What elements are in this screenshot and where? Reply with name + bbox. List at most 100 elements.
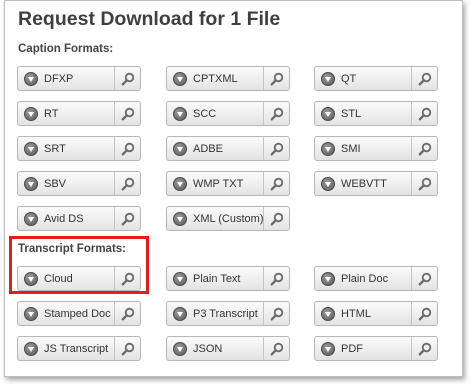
preview-sbv-button[interactable] bbox=[114, 172, 140, 195]
download-circle-icon bbox=[173, 176, 187, 191]
preview-qt-button[interactable] bbox=[411, 67, 437, 90]
format-button-stamped-doc[interactable]: Stamped Doc bbox=[17, 301, 141, 326]
preview-cptxml-button[interactable] bbox=[263, 67, 289, 90]
format-button-plain-doc[interactable]: Plain Doc bbox=[314, 266, 438, 291]
download-circle-icon bbox=[173, 271, 187, 286]
preview-xml-custom-button[interactable] bbox=[263, 207, 289, 230]
format-button-html[interactable]: HTML bbox=[314, 301, 438, 326]
format-button-avid-ds[interactable]: Avid DS bbox=[17, 206, 141, 231]
download-json-button[interactable]: JSON bbox=[167, 337, 263, 360]
format-button-dfxp[interactable]: DFXP bbox=[17, 66, 141, 91]
format-button-cptxml[interactable]: CPTXML bbox=[166, 66, 290, 91]
download-rt-button[interactable]: RT bbox=[18, 102, 114, 125]
preview-rt-button[interactable] bbox=[114, 102, 140, 125]
format-button-scc[interactable]: SCC bbox=[166, 101, 290, 126]
format-button-webvtt[interactable]: WEBVTT bbox=[314, 171, 438, 196]
preview-js-transcript-button[interactable] bbox=[114, 337, 140, 360]
download-plain-doc-button[interactable]: Plain Doc bbox=[315, 267, 411, 290]
download-p3-transcript-button[interactable]: P3 Transcript bbox=[167, 302, 263, 325]
download-wmp-txt-button[interactable]: WMP TXT bbox=[167, 172, 263, 195]
download-avid-ds-button[interactable]: Avid DS bbox=[18, 207, 114, 230]
download-js-transcript-button[interactable]: JS Transcript bbox=[18, 337, 114, 360]
format-button-stl[interactable]: STL bbox=[314, 101, 438, 126]
download-cloud-button[interactable]: Cloud bbox=[18, 267, 114, 290]
download-webvtt-button[interactable]: WEBVTT bbox=[315, 172, 411, 195]
dialog-title: Request Download for 1 File bbox=[18, 8, 281, 30]
format-button-json[interactable]: JSON bbox=[166, 336, 290, 361]
preview-dfxp-button[interactable] bbox=[114, 67, 140, 90]
download-dfxp-button[interactable]: DFXP bbox=[18, 67, 114, 90]
download-scc-button[interactable]: SCC bbox=[167, 102, 263, 125]
download-circle-icon bbox=[24, 271, 38, 286]
magnifier-icon bbox=[418, 107, 431, 121]
format-label: PDF bbox=[341, 342, 363, 355]
download-cptxml-button[interactable]: CPTXML bbox=[167, 67, 263, 90]
download-plain-text-button[interactable]: Plain Text bbox=[167, 267, 263, 290]
download-circle-icon bbox=[173, 306, 187, 321]
magnifier-icon bbox=[121, 142, 134, 156]
preview-scc-button[interactable] bbox=[263, 102, 289, 125]
download-circle-icon bbox=[24, 176, 38, 191]
format-button-xml-custom[interactable]: XML (Custom) bbox=[166, 206, 290, 231]
download-circle-icon bbox=[173, 141, 187, 156]
preview-smi-button[interactable] bbox=[411, 137, 437, 160]
format-button-sbv[interactable]: SBV bbox=[17, 171, 141, 196]
download-smi-button[interactable]: SMI bbox=[315, 137, 411, 160]
format-button-smi[interactable]: SMI bbox=[314, 136, 438, 161]
format-button-plain-text[interactable]: Plain Text bbox=[166, 266, 290, 291]
format-label: DFXP bbox=[44, 72, 74, 85]
format-label: SMI bbox=[341, 142, 361, 155]
preview-srt-button[interactable] bbox=[114, 137, 140, 160]
preview-avid-ds-button[interactable] bbox=[114, 207, 140, 230]
download-circle-icon bbox=[321, 141, 335, 156]
download-dialog: Request Download for 1 File Caption Form… bbox=[4, 0, 463, 377]
format-button-cloud[interactable]: Cloud bbox=[17, 266, 141, 291]
download-sbv-button[interactable]: SBV bbox=[18, 172, 114, 195]
preview-html-button[interactable] bbox=[411, 302, 437, 325]
preview-adbe-button[interactable] bbox=[263, 137, 289, 160]
magnifier-icon bbox=[418, 307, 431, 321]
magnifier-icon bbox=[270, 272, 283, 286]
format-button-pdf[interactable]: PDF bbox=[314, 336, 438, 361]
download-stamped-doc-button[interactable]: Stamped Doc bbox=[18, 302, 114, 325]
preview-webvtt-button[interactable] bbox=[411, 172, 437, 195]
download-srt-button[interactable]: SRT bbox=[18, 137, 114, 160]
format-button-js-transcript[interactable]: JS Transcript bbox=[17, 336, 141, 361]
magnifier-icon bbox=[121, 72, 134, 86]
preview-stl-button[interactable] bbox=[411, 102, 437, 125]
download-circle-icon bbox=[173, 106, 187, 121]
format-button-wmp-txt[interactable]: WMP TXT bbox=[166, 171, 290, 196]
preview-stamped-doc-button[interactable] bbox=[114, 302, 140, 325]
format-label: HTML bbox=[341, 307, 371, 320]
format-button-qt[interactable]: QT bbox=[314, 66, 438, 91]
format-label: RT bbox=[44, 107, 59, 120]
download-html-button[interactable]: HTML bbox=[315, 302, 411, 325]
format-button-srt[interactable]: SRT bbox=[17, 136, 141, 161]
preview-plain-text-button[interactable] bbox=[263, 267, 289, 290]
preview-cloud-button[interactable] bbox=[114, 267, 140, 290]
download-xml-custom-button[interactable]: XML (Custom) bbox=[167, 207, 263, 230]
magnifier-icon bbox=[270, 307, 283, 321]
format-label: JS Transcript bbox=[44, 342, 109, 355]
format-button-p3-transcript[interactable]: P3 Transcript bbox=[166, 301, 290, 326]
format-label: STL bbox=[341, 107, 362, 120]
format-button-rt[interactable]: RT bbox=[17, 101, 141, 126]
format-label: QT bbox=[341, 72, 357, 85]
download-qt-button[interactable]: QT bbox=[315, 67, 411, 90]
preview-wmp-txt-button[interactable] bbox=[263, 172, 289, 195]
download-circle-icon bbox=[173, 71, 187, 86]
download-pdf-button[interactable]: PDF bbox=[315, 337, 411, 360]
format-label: WEBVTT bbox=[341, 177, 387, 190]
magnifier-icon bbox=[270, 212, 283, 226]
format-label: XML (Custom) bbox=[193, 212, 263, 225]
preview-json-button[interactable] bbox=[263, 337, 289, 360]
preview-pdf-button[interactable] bbox=[411, 337, 437, 360]
magnifier-icon bbox=[121, 272, 134, 286]
download-stl-button[interactable]: STL bbox=[315, 102, 411, 125]
preview-p3-transcript-button[interactable] bbox=[263, 302, 289, 325]
download-adbe-button[interactable]: ADBE bbox=[167, 137, 263, 160]
magnifier-icon bbox=[121, 177, 134, 191]
format-button-adbe[interactable]: ADBE bbox=[166, 136, 290, 161]
preview-plain-doc-button[interactable] bbox=[411, 267, 437, 290]
format-label: Cloud bbox=[44, 272, 73, 285]
